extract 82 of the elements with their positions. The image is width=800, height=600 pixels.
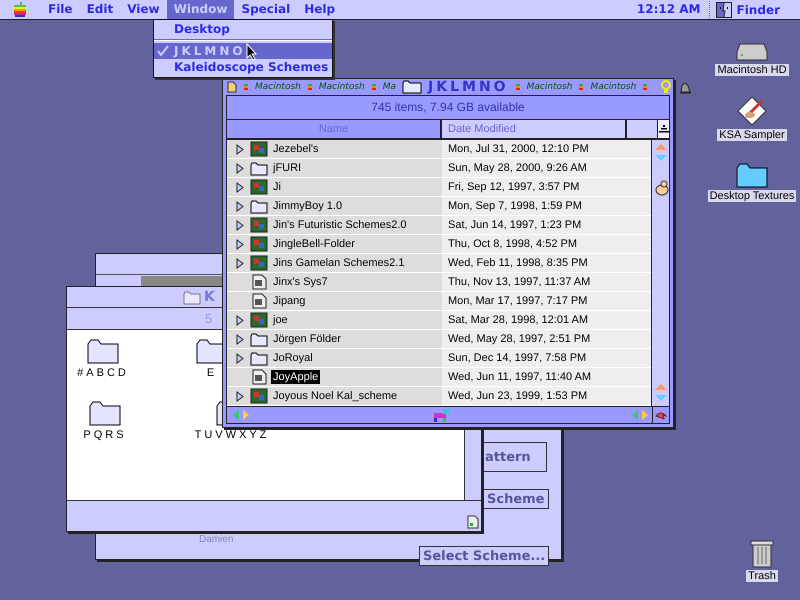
disclosure-triangle-icon[interactable] bbox=[236, 162, 244, 174]
folder-icon bbox=[402, 79, 422, 95]
menu-clock: 12:12 AM bbox=[628, 1, 710, 18]
disclosure-triangle-icon[interactable] bbox=[236, 314, 244, 326]
folder-icon[interactable] bbox=[250, 350, 268, 366]
file-name[interactable]: Jipang bbox=[271, 294, 308, 308]
icon-label[interactable]: KSA Sampler bbox=[717, 129, 787, 141]
document-icon bbox=[466, 515, 480, 529]
file-name[interactable]: JoRoyal bbox=[271, 351, 315, 365]
icon-label[interactable]: E bbox=[206, 367, 218, 379]
scheme-button[interactable]: Select Scheme... bbox=[419, 546, 549, 566]
folder-icon[interactable] bbox=[250, 160, 268, 176]
window-title: JKLMNO bbox=[428, 79, 509, 95]
dog-icon bbox=[432, 408, 450, 422]
disclosure-triangle-icon[interactable] bbox=[236, 220, 244, 230]
apple-icon bbox=[370, 83, 377, 91]
document-icon[interactable] bbox=[250, 369, 268, 385]
document-icon[interactable] bbox=[250, 293, 268, 309]
icon-label[interactable]: PQRS bbox=[83, 429, 127, 441]
folder-icon[interactable] bbox=[87, 338, 119, 364]
apple-icon bbox=[642, 83, 648, 91]
picture-icon[interactable] bbox=[250, 236, 268, 252]
pattern-text: Macintosh bbox=[255, 82, 301, 92]
picture-icon[interactable] bbox=[250, 217, 268, 233]
menu-title[interactable]: Edit bbox=[80, 0, 120, 19]
scheme-button[interactable]: attern bbox=[481, 442, 547, 472]
file-name[interactable]: JoyApple bbox=[271, 370, 320, 384]
folder-icon[interactable] bbox=[250, 198, 268, 214]
pattern-text: Macintosh bbox=[590, 82, 636, 92]
trash-icon[interactable] bbox=[750, 538, 774, 568]
pattern-text: Macintosh bbox=[526, 82, 572, 92]
disclosure-triangle-icon[interactable] bbox=[236, 200, 244, 212]
bell-icon[interactable] bbox=[678, 80, 692, 94]
pointer-icon bbox=[246, 43, 258, 61]
pattern-text: Macintosh bbox=[318, 82, 365, 92]
apple-icon bbox=[243, 83, 249, 91]
disclosure-triangle-icon[interactable] bbox=[236, 144, 244, 154]
apple-icon bbox=[514, 83, 521, 91]
icon-label[interactable]: #ABCD bbox=[77, 367, 129, 379]
picture-icon[interactable] bbox=[250, 179, 268, 195]
file-name[interactable]: jFURI bbox=[271, 161, 304, 175]
apple-icon[interactable] bbox=[13, 2, 27, 18]
bird-icon[interactable] bbox=[652, 180, 668, 196]
picture-icon[interactable] bbox=[250, 312, 268, 328]
file-name[interactable]: joe bbox=[271, 313, 290, 327]
menu-title[interactable]: View bbox=[120, 0, 167, 19]
pattern-text: Ma bbox=[382, 82, 396, 92]
scheme-button[interactable]: Scheme bbox=[483, 489, 549, 509]
menu-title[interactable]: Help bbox=[297, 0, 342, 19]
disclosure-triangle-icon[interactable] bbox=[236, 258, 244, 268]
disclosure-triangle-icon[interactable] bbox=[236, 334, 244, 344]
folder-icon[interactable] bbox=[89, 400, 121, 426]
menu-item[interactable]: Desktop bbox=[154, 21, 332, 37]
application-menu[interactable]: Finder bbox=[736, 2, 780, 16]
window-title: K bbox=[204, 289, 215, 305]
menu-item[interactable]: Kaleidoscope Schemes bbox=[154, 59, 332, 75]
picture-icon[interactable] bbox=[250, 255, 268, 271]
menu-title[interactable]: File bbox=[41, 0, 80, 19]
file-name[interactable]: Ji bbox=[271, 180, 283, 194]
file-name[interactable]: Jezebel's bbox=[271, 142, 321, 156]
folder-icon bbox=[183, 290, 201, 304]
apple-icon bbox=[578, 83, 584, 91]
apple-icon bbox=[306, 83, 313, 91]
picture-icon[interactable] bbox=[250, 388, 268, 404]
sort-order-icon[interactable] bbox=[658, 124, 668, 134]
document-icon[interactable] bbox=[250, 274, 268, 290]
disclosure-triangle-icon[interactable] bbox=[236, 390, 244, 402]
disclosure-triangle-icon[interactable] bbox=[236, 238, 244, 250]
document-icon[interactable] bbox=[227, 81, 237, 93]
pencil-paper-icon[interactable] bbox=[736, 95, 768, 127]
icon-label[interactable]: Macintosh HD bbox=[715, 64, 789, 76]
footer-label: Damien bbox=[199, 534, 234, 545]
icon-label[interactable]: Desktop Textures bbox=[708, 190, 796, 202]
folder-icon[interactable] bbox=[736, 162, 768, 188]
disclosure-triangle-icon[interactable] bbox=[236, 352, 244, 364]
menu-title[interactable]: Special bbox=[234, 0, 298, 19]
icon-label[interactable]: Trash bbox=[746, 570, 778, 582]
column-header[interactable] bbox=[627, 120, 658, 138]
picture-icon[interactable] bbox=[250, 141, 268, 157]
disclosure-triangle-icon[interactable] bbox=[236, 182, 244, 192]
icon-label[interactable]: TUVWXYZ bbox=[194, 429, 270, 441]
folder-icon[interactable] bbox=[250, 332, 268, 346]
